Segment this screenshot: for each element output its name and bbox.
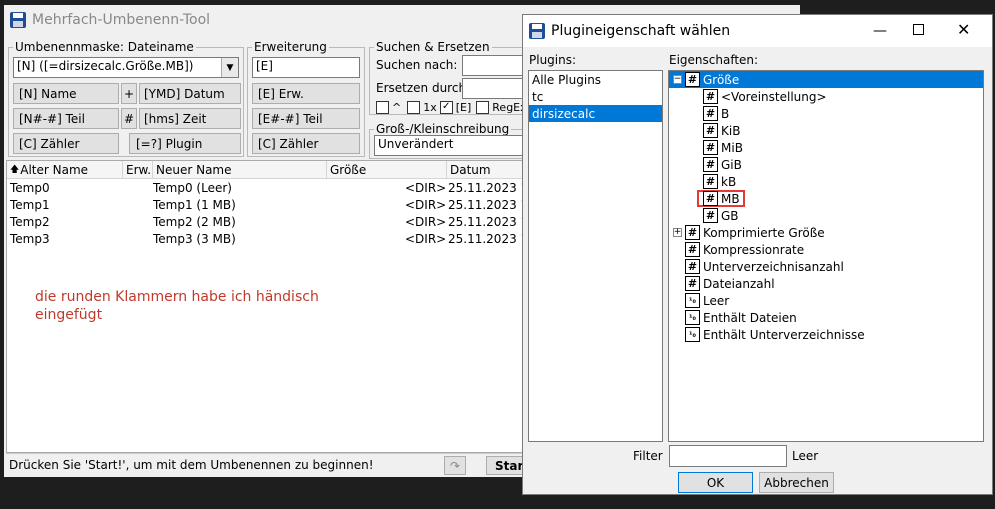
tree-item[interactable]: # <Voreinstellung> (703, 88, 983, 105)
plugin-dialog: Plugineigenschaft wählen — ✕ Plugins: Al… (522, 14, 993, 495)
case-group: Groß-/Kleinschreibung Unverändert (369, 122, 532, 159)
number-field-icon: # (703, 157, 718, 172)
number-field-icon: # (703, 140, 718, 155)
name-button[interactable]: [N] Name (13, 83, 119, 104)
case-group-title: Groß-/Kleinschreibung (374, 122, 512, 136)
extension-group: Erweiterung [E] [E] Erw. [E#-#] Teil [C]… (247, 40, 365, 157)
tree-item[interactable]: ¹₀ Enthält Dateien (673, 309, 983, 326)
tree-item[interactable]: # Unterverzeichnisanzahl (673, 258, 983, 275)
ext-counter-button[interactable]: [C] Zähler (252, 133, 360, 154)
number-field-icon: # (685, 72, 700, 87)
tree-item[interactable]: # KiB (703, 122, 983, 139)
search-options: ^ 1x ✓ [E] RegEx (376, 101, 527, 114)
mask-group: Umbenennmaske: Dateiname [N] ([=dirsizec… (8, 40, 244, 157)
minimize-icon[interactable]: — (873, 23, 887, 39)
number-field-icon: # (685, 259, 700, 274)
ext-part-button[interactable]: [E#-#] Teil (252, 108, 360, 129)
annotation-text: die runden Klammern habe ich händisch ei… (35, 289, 319, 323)
floppy-icon (10, 12, 26, 28)
search-label: Suchen nach: (376, 58, 458, 72)
col-size[interactable]: Größe (327, 161, 447, 179)
number-field-icon: # (685, 276, 700, 291)
col-old-name[interactable]: 🡅 Alter Name (7, 161, 123, 179)
mask-input[interactable]: [N] ([=dirsizecalc.Größe.MB]) ▼ (13, 57, 239, 78)
cancel-button[interactable]: Abbrechen (759, 472, 834, 493)
tree-item[interactable]: ¹₀ Leer (673, 292, 983, 309)
tree-root-groesse[interactable]: − # Größe (669, 71, 983, 88)
tree-item[interactable]: # kB (703, 173, 983, 190)
sort-arrow-icon: 🡅 (10, 164, 20, 175)
tree-item[interactable]: + # Komprimierte Größe (673, 224, 983, 241)
col-date[interactable]: Datum (447, 161, 527, 179)
filter-hint: Leer (792, 449, 819, 463)
search-group-title: Suchen & Ersetzen (374, 40, 492, 54)
expand-icon[interactable]: + (673, 228, 682, 237)
number-field-icon: # (703, 106, 718, 121)
status-bar: Drücken Sie 'Start!', um mit dem Umbenen… (6, 453, 530, 475)
plus-button[interactable]: + (121, 83, 137, 104)
col-ext[interactable]: Erw. (123, 161, 153, 179)
boolean-field-icon: ¹₀ (685, 310, 700, 325)
extension-group-title: Erweiterung (252, 40, 329, 54)
tree-item[interactable]: # MiB (703, 139, 983, 156)
caret-checkbox[interactable] (376, 101, 389, 114)
plugins-list[interactable]: Alle Plugins tc dirsizecalc (528, 70, 663, 442)
replace-label: Ersetzen durch: (376, 81, 471, 95)
table-row[interactable]: Temp3 Temp3 (3 MB) <DIR> 25.11.2023 1 (7, 231, 528, 248)
undo-button[interactable]: ↷ (444, 456, 466, 475)
mask-group-title: Umbenennmaske: Dateiname (13, 40, 196, 54)
table-row[interactable]: Temp2 Temp2 (2 MB) <DIR> 25.11.2023 1 (7, 214, 528, 231)
file-list[interactable]: 🡅 Alter Name Erw. Neuer Name Größe Datum … (6, 160, 528, 453)
number-field-icon: # (685, 225, 700, 240)
list-item[interactable]: Alle Plugins (529, 71, 662, 88)
tree-item[interactable]: # B (703, 105, 983, 122)
number-field-icon: # (703, 208, 718, 223)
boolean-field-icon: ¹₀ (685, 327, 700, 342)
list-item[interactable]: dirsizecalc (529, 105, 662, 122)
table-row[interactable]: Temp1 Temp1 (1 MB) <DIR> 25.11.2023 1 (7, 197, 528, 214)
plugin-button[interactable]: [=?] Plugin (129, 133, 241, 154)
search-group: Suchen & Ersetzen Suchen nach: Ersetzen … (369, 40, 532, 115)
maximize-icon[interactable] (913, 24, 924, 35)
part-button[interactable]: [N#-#] Teil (13, 108, 119, 129)
floppy-icon (529, 23, 545, 39)
ext-button[interactable]: [E] Erw. (252, 83, 360, 104)
list-item[interactable]: tc (529, 88, 662, 105)
number-field-icon: # (703, 123, 718, 138)
collapse-icon[interactable]: − (673, 75, 682, 84)
time-button[interactable]: [hms] Zeit (139, 108, 241, 129)
case-select[interactable]: Unverändert (374, 135, 532, 156)
dialog-title: Plugineigenschaft wählen (551, 23, 731, 39)
table-row[interactable]: Temp0 Temp0 (Leer) <DIR> 25.11.2023 1 (7, 180, 528, 197)
tree-item[interactable]: # GiB (703, 156, 983, 173)
filter-label: Filter (633, 449, 663, 463)
number-field-icon: # (685, 242, 700, 257)
number-field-icon: # (703, 174, 718, 189)
tree-item[interactable]: ¹₀ Enthält Unterverzeichnisse (673, 326, 983, 343)
ok-button[interactable]: OK (678, 472, 753, 493)
hash-button[interactable]: # (121, 108, 137, 129)
tree-item[interactable]: # Dateianzahl (673, 275, 983, 292)
number-field-icon: # (703, 191, 718, 206)
once-checkbox[interactable] (407, 101, 421, 114)
close-icon[interactable]: ✕ (957, 20, 970, 39)
status-text: Drücken Sie 'Start!', um mit dem Umbenen… (9, 458, 374, 472)
main-title: Mehrfach-Umbenenn-Tool (32, 12, 211, 28)
filter-input[interactable] (669, 445, 787, 467)
number-field-icon: # (703, 89, 718, 104)
tree-item[interactable]: # Kompressionrate (673, 241, 983, 258)
ext-checkbox[interactable]: ✓ (439, 101, 453, 114)
properties-tree[interactable]: − # Größe # <Voreinstellung> # B # KiB # MiB… (668, 70, 984, 442)
regex-checkbox[interactable] (476, 101, 490, 114)
props-label: Eigenschaften: (669, 53, 759, 67)
date-button[interactable]: [YMD] Datum (139, 83, 241, 104)
counter-button[interactable]: [C] Zähler (13, 133, 119, 154)
tree-item-mb-highlighted[interactable]: # MB (697, 190, 983, 207)
extension-input[interactable]: [E] (252, 57, 360, 78)
boolean-field-icon: ¹₀ (685, 293, 700, 308)
plugins-label: Plugins: (529, 53, 577, 67)
col-new-name[interactable]: Neuer Name (153, 161, 327, 179)
chevron-down-icon[interactable]: ▼ (221, 58, 238, 77)
tree-item[interactable]: # GB (703, 207, 983, 224)
